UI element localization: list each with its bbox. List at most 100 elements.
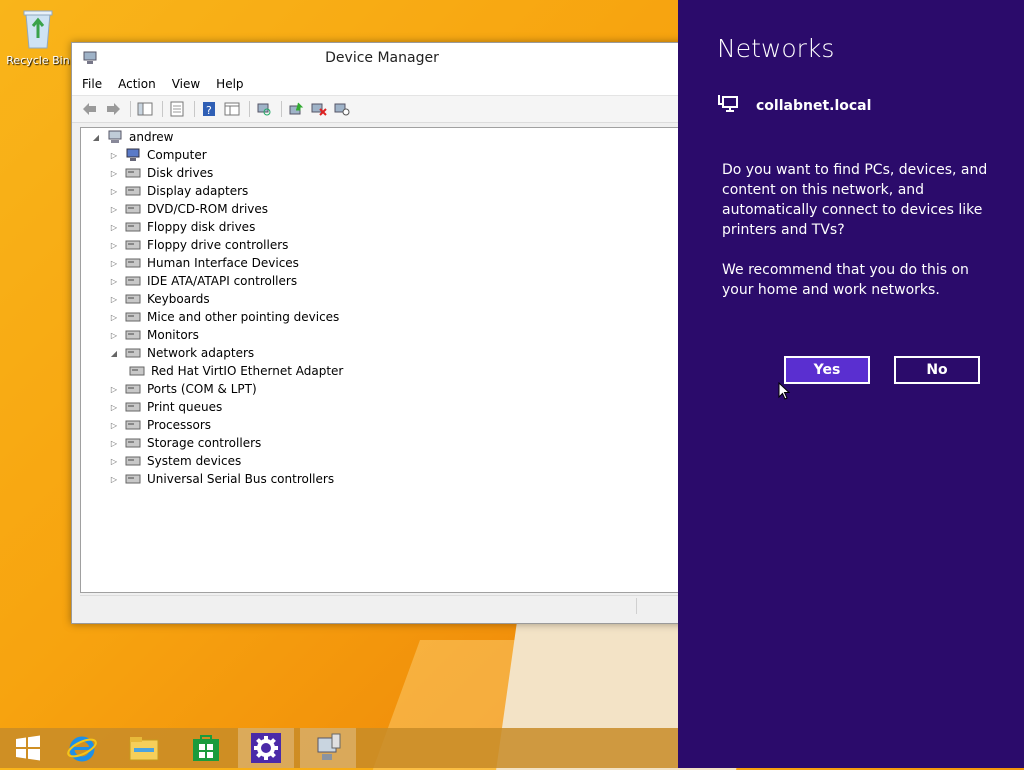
storage-controller-icon <box>125 436 141 450</box>
tree-category-item[interactable]: ▷ Disk drives <box>109 164 213 182</box>
menu-help[interactable]: Help <box>216 77 243 91</box>
expand-arrow-icon[interactable]: ▷ <box>109 150 119 160</box>
processor-icon <box>125 418 141 432</box>
expand-arrow-icon[interactable]: ▷ <box>109 474 119 484</box>
expand-arrow-icon[interactable]: ▷ <box>109 420 119 430</box>
window-title: Device Manager <box>325 50 439 66</box>
no-button[interactable]: No <box>894 356 980 384</box>
tree-item-label: Red Hat VirtIO Ethernet Adapter <box>151 364 344 378</box>
help-button[interactable]: ? <box>199 99 219 119</box>
expand-arrow-icon[interactable]: ▷ <box>109 240 119 250</box>
expand-arrow-icon[interactable]: ▷ <box>109 294 119 304</box>
window-titlebar[interactable]: Device Manager <box>72 43 692 73</box>
expand-arrow-icon[interactable]: ▷ <box>109 258 119 268</box>
expand-arrow-icon[interactable]: ▷ <box>109 402 119 412</box>
tree-category-item[interactable]: ▷ Storage controllers <box>109 434 261 452</box>
network-icon <box>718 94 740 117</box>
enable-device-button[interactable] <box>332 99 352 119</box>
computer-icon <box>107 130 123 144</box>
tree-item-label: Display adapters <box>147 184 249 198</box>
tree-category-item[interactable]: ▷ Monitors <box>109 326 199 344</box>
expand-arrow-icon[interactable]: ▷ <box>109 204 119 214</box>
tree-category-item[interactable]: ▷ System devices <box>109 452 241 470</box>
usb-icon <box>125 472 141 486</box>
tree-item-label: Disk drives <box>147 166 214 180</box>
expand-arrow-icon[interactable]: ▷ <box>109 186 119 196</box>
settings-icon[interactable] <box>238 728 294 768</box>
yes-button[interactable]: Yes <box>784 356 870 384</box>
tree-item-label: Floppy disk drives <box>147 220 256 234</box>
tree-item-label: Universal Serial Bus controllers <box>147 472 335 486</box>
tree-item-label: Storage controllers <box>147 436 262 450</box>
expand-arrow-icon[interactable]: ▷ <box>109 330 119 340</box>
update-driver-button[interactable] <box>286 99 306 119</box>
tree-item-label: Mice and other pointing devices <box>147 310 340 324</box>
start-icon[interactable] <box>0 728 56 768</box>
menu-action[interactable]: Action <box>118 77 156 91</box>
device-manager-window[interactable]: Device Manager File Action View Help ? ◢… <box>71 42 693 624</box>
expand-arrow-icon[interactable]: ▷ <box>109 276 119 286</box>
recycle-bin-shortcut[interactable]: Recycle Bin <box>6 8 70 67</box>
collapse-arrow-icon[interactable]: ◢ <box>109 348 119 358</box>
recycle-bin-icon <box>23 8 53 49</box>
svg-text:?: ? <box>206 104 212 117</box>
networks-charm-panel: Networks collabnet.local Do you want to … <box>678 0 1024 768</box>
tree-root[interactable]: ◢ andrew <box>91 128 174 146</box>
floppy-controller-icon <box>125 238 141 252</box>
tree-item-label: DVD/CD-ROM drives <box>147 202 269 216</box>
tree-category-item[interactable]: ▷ DVD/CD-ROM drives <box>109 200 268 218</box>
taskbar <box>0 728 678 768</box>
scan-hardware-changes-button[interactable] <box>254 99 274 119</box>
ide-controller-icon <box>125 274 141 288</box>
internet-explorer-icon[interactable] <box>54 728 110 768</box>
tree-category-item[interactable]: ▷ Universal Serial Bus controllers <box>109 470 334 488</box>
recommendation-text: We recommend that you do this on your ho… <box>722 262 969 298</box>
expand-arrow-icon[interactable]: ▷ <box>109 384 119 394</box>
store-icon[interactable] <box>178 728 234 768</box>
tree-category-item[interactable]: ▷ Print queues <box>109 398 222 416</box>
keyboard-icon <box>125 292 141 306</box>
tree-item-label: Human Interface Devices <box>147 256 299 270</box>
device-tree[interactable]: ◢ andrew ▷ Computer ▷ Disk drives ▷ Display a… <box>80 127 688 593</box>
menu-bar: File Action View Help <box>72 73 692 96</box>
tree-item-label: System devices <box>147 454 242 468</box>
device-manager-icon[interactable] <box>300 728 356 768</box>
menu-file[interactable]: File <box>82 77 102 91</box>
tree-root-label: andrew <box>129 130 174 144</box>
floppy-disk-icon <box>125 220 141 234</box>
tree-category-item[interactable]: ▷ Mice and other pointing devices <box>109 308 339 326</box>
discovery-question: Do you want to find PCs, devices, and co… <box>722 162 988 238</box>
tree-device-item[interactable]: Red Hat VirtIO Ethernet Adapter <box>129 362 343 380</box>
mouse-cursor-icon <box>778 381 791 400</box>
port-icon <box>125 382 141 396</box>
toolbar: ? <box>72 96 692 123</box>
view-button[interactable] <box>222 99 242 119</box>
tree-category-item[interactable]: ▷ Keyboards <box>109 290 210 308</box>
tree-category-item[interactable]: ▷ Computer <box>109 146 207 164</box>
tree-category-item[interactable]: ▷ Floppy drive controllers <box>109 236 289 254</box>
tree-category-item[interactable]: ▷ Ports (COM & LPT) <box>109 380 257 398</box>
tree-item-label: Monitors <box>147 328 199 342</box>
expand-arrow-icon[interactable]: ▷ <box>109 438 119 448</box>
properties-button[interactable] <box>167 99 187 119</box>
forward-button[interactable] <box>103 99 123 119</box>
expand-arrow-icon[interactable]: ▷ <box>109 168 119 178</box>
collapse-arrow-icon[interactable]: ◢ <box>91 132 101 142</box>
file-explorer-icon[interactable] <box>116 728 172 768</box>
tree-item-label: IDE ATA/ATAPI controllers <box>147 274 298 288</box>
tree-category-item[interactable]: ◢ Network adapters <box>109 344 254 362</box>
expand-arrow-icon[interactable]: ▷ <box>109 222 119 232</box>
show-hide-console-tree-button[interactable] <box>135 99 155 119</box>
expand-arrow-icon[interactable]: ▷ <box>109 312 119 322</box>
uninstall-device-button[interactable] <box>309 99 329 119</box>
tree-category-item[interactable]: ▷ Human Interface Devices <box>109 254 299 272</box>
menu-view[interactable]: View <box>172 77 200 91</box>
expand-arrow-icon[interactable]: ▷ <box>109 456 119 466</box>
mouse-icon <box>125 310 141 324</box>
panel-heading: Networks <box>717 34 835 63</box>
tree-category-item[interactable]: ▷ Processors <box>109 416 211 434</box>
tree-category-item[interactable]: ▷ Display adapters <box>109 182 248 200</box>
back-button[interactable] <box>80 99 100 119</box>
tree-category-item[interactable]: ▷ IDE ATA/ATAPI controllers <box>109 272 297 290</box>
tree-category-item[interactable]: ▷ Floppy disk drives <box>109 218 255 236</box>
